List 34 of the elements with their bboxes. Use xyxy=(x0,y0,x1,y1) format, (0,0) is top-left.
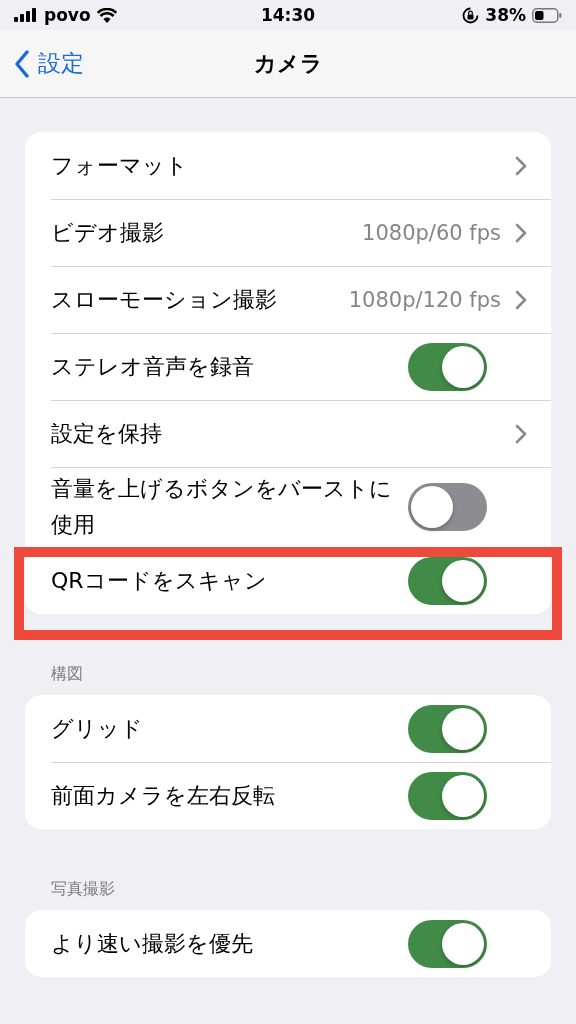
setting-label: QRコードをスキャン xyxy=(51,566,268,595)
wifi-icon xyxy=(96,7,117,23)
toggle-switch[interactable] xyxy=(408,771,487,820)
toggle-switch[interactable] xyxy=(408,556,487,605)
back-button[interactable]: 設定 xyxy=(12,46,86,81)
setting-value: 1080p/120 fps xyxy=(348,287,501,312)
back-chevron-icon xyxy=(14,49,30,78)
battery-percent: 38% xyxy=(485,5,526,25)
chevron-right-icon[interactable] xyxy=(515,222,527,243)
setting-label: より速い撮影を優先 xyxy=(51,929,254,958)
setting-label: フォーマット xyxy=(51,151,189,180)
chevron-right-icon[interactable] xyxy=(515,423,527,444)
toggle-switch[interactable] xyxy=(408,342,487,391)
setting-label: スローモーション撮影 xyxy=(51,285,278,314)
setting-label: 前面カメラを左右反転 xyxy=(51,781,276,810)
page-title: カメラ xyxy=(253,49,323,78)
chevron-right-icon[interactable] xyxy=(515,155,527,176)
toggle-switch[interactable] xyxy=(408,919,487,968)
setting-label: 音量を上げるボタンをバーストに使用 xyxy=(51,475,393,539)
toggle-switch[interactable] xyxy=(408,483,487,531)
rotation-lock-icon xyxy=(462,6,480,24)
setting-label: グリッド xyxy=(51,714,144,743)
toggle-switch[interactable] xyxy=(408,704,487,753)
carrier-name: povo xyxy=(44,5,91,25)
status-time: 14:30 xyxy=(260,5,316,25)
setting-label: 設定を保持 xyxy=(51,419,163,448)
setting-label: ビデオ撮影 xyxy=(51,218,165,247)
section-header: 構図 xyxy=(50,664,84,685)
chevron-right-icon[interactable] xyxy=(515,289,527,310)
setting-value: 1080p/60 fps xyxy=(362,220,501,245)
section-header: 写真撮影 xyxy=(50,879,116,900)
battery-icon xyxy=(532,7,562,23)
setting-label: ステレオ音声を録音 xyxy=(51,352,255,381)
signal-icon xyxy=(14,8,38,22)
